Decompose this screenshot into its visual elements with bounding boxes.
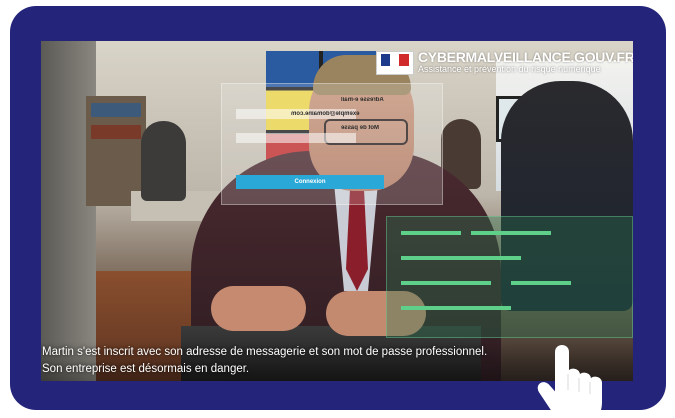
hand-pointer-icon — [537, 345, 602, 418]
man-hand-left — [211, 286, 306, 331]
shelf-binders-blue — [91, 103, 141, 117]
holo-bar — [401, 231, 461, 235]
holo-password-field — [236, 133, 356, 143]
subtitle-line-2: Son entreprise est désormais en danger. — [42, 363, 250, 375]
background-wall — [41, 41, 96, 381]
holo-bar — [401, 256, 521, 260]
background-person — [141, 121, 186, 201]
holo-connect-button: Connexion — [236, 175, 384, 189]
holo-password-label: Mot de passe — [341, 125, 380, 131]
holo-bar — [511, 281, 571, 285]
french-flag-icon — [376, 51, 414, 75]
brand-logo[interactable]: CYBERMALVEILLANCE.GOUV.FR Assistance et … — [376, 49, 633, 75]
shelf-binders-red — [91, 125, 141, 139]
brand-name: CYBERMALVEILLANCE.GOUV.FR — [418, 49, 633, 65]
holo-bar — [401, 306, 511, 310]
subtitle-line-1: Martin s'est inscrit avec son adresse de… — [42, 346, 488, 358]
brand-tagline: Assistance et prévention du risque numér… — [418, 64, 601, 74]
holo-bar — [401, 281, 491, 285]
video-player[interactable]: Adresse e-mail exemple@domaine.com Mot d… — [41, 41, 633, 381]
holo-email-value: exemple@domaine.com — [291, 111, 360, 117]
holo-email-label: Adresse e-mail — [341, 97, 384, 103]
holo-bar — [471, 231, 551, 235]
